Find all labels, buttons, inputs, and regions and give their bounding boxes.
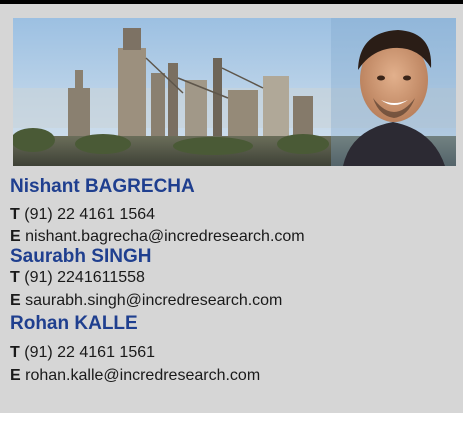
phone-prefix: T	[10, 344, 20, 361]
analyst-name: Rohan KALLE	[10, 313, 138, 334]
contact-block-2: Saurabh SINGH T (91) 2241611558 E saurab…	[10, 246, 460, 311]
banner-image	[13, 18, 456, 166]
email-link[interactable]: rohan.kalle@incredresearch.com	[25, 367, 260, 384]
phone-prefix: T	[10, 269, 20, 286]
phone-line: T (91) 22 4161 1561	[10, 343, 460, 363]
analyst-contact-card: Nishant BAGRECHA T (91) 22 4161 1564 E n…	[0, 0, 463, 413]
phone-number: (91) 2241611558	[24, 269, 145, 286]
contact-block-1: Nishant BAGRECHA T (91) 22 4161 1564 E n…	[10, 176, 460, 247]
email-link[interactable]: nishant.bagrecha@incredresearch.com	[25, 228, 305, 245]
email-prefix: E	[10, 228, 21, 245]
analyst-name: Nishant BAGRECHA	[10, 176, 195, 197]
phone-prefix: T	[10, 206, 20, 223]
top-rule	[0, 0, 463, 4]
email-prefix: E	[10, 367, 21, 384]
phone-line: T (91) 22 4161 1564	[10, 205, 460, 225]
cement-plant-illustration	[13, 18, 456, 166]
analyst-name: Saurabh SINGH	[10, 246, 152, 267]
phone-number: (91) 22 4161 1564	[24, 206, 156, 223]
email-prefix: E	[10, 292, 21, 309]
email-line: E nishant.bagrecha@incredresearch.com	[10, 227, 460, 247]
email-link[interactable]: saurabh.singh@incredresearch.com	[25, 292, 282, 309]
email-line: E saurabh.singh@incredresearch.com	[10, 291, 460, 311]
contact-block-3: Rohan KALLE T (91) 22 4161 1561 E rohan.…	[10, 313, 460, 386]
phone-number: (91) 22 4161 1561	[24, 344, 156, 361]
phone-line: T (91) 2241611558	[10, 268, 460, 288]
email-line: E rohan.kalle@incredresearch.com	[10, 366, 460, 386]
portrait-photo	[331, 18, 456, 166]
